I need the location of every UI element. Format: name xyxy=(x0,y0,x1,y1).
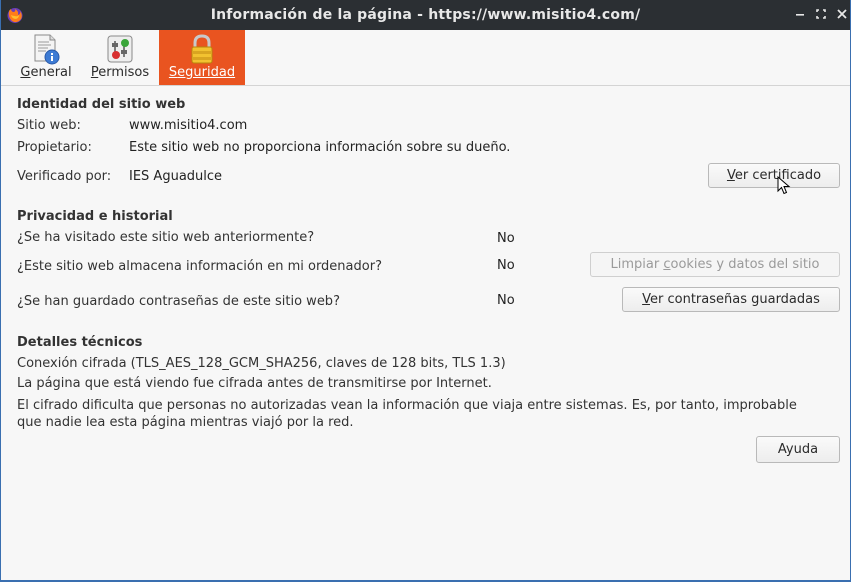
help-button[interactable]: Ayuda xyxy=(756,436,840,463)
tab-security-label: Seguridad xyxy=(168,65,236,80)
tab-general[interactable]: General xyxy=(15,30,77,85)
padlock-icon xyxy=(191,34,213,64)
passwords-answer: No xyxy=(497,293,515,308)
website-label: Sitio web: xyxy=(17,118,81,133)
encryption-explanation-line2: que nadie lea esta página mientras viajó… xyxy=(17,415,354,430)
stores-data-question: ¿Este sitio web almacena información en … xyxy=(17,259,382,274)
window-title: Información de la página - https://www.m… xyxy=(210,7,641,23)
minimize-icon[interactable] xyxy=(792,6,808,22)
owner-value: Este sitio web no proporciona informació… xyxy=(129,140,511,155)
encrypted-note: La página que está viendo fue cifrada an… xyxy=(17,376,492,391)
verified-by-label: Verificado por: xyxy=(17,169,112,184)
identity-heading: Identidad del sitio web xyxy=(17,97,186,112)
passwords-question: ¿Se han guardado contraseñas de este sit… xyxy=(17,294,340,309)
tab-general-label: General xyxy=(20,65,72,80)
close-icon[interactable] xyxy=(834,6,850,22)
privacy-heading: Privacidad e historial xyxy=(17,209,173,224)
visited-question: ¿Se ha visitado este sitio web anteriorm… xyxy=(17,230,315,245)
page-info-window: Información de la página - https://www.m… xyxy=(0,0,851,582)
tab-permissions-label: Permisos xyxy=(90,65,150,80)
mouse-cursor-icon xyxy=(777,176,791,195)
title-bar[interactable]: Información de la página - https://www.m… xyxy=(1,0,850,30)
encryption-explanation-line1: El cifrado dificulta que personas no aut… xyxy=(17,398,797,413)
general-info-icon xyxy=(34,34,60,65)
tab-bar: General Permisos Seguridad xyxy=(1,30,850,86)
tab-permissions[interactable]: Permisos xyxy=(87,30,153,85)
owner-label: Propietario: xyxy=(17,140,92,155)
website-value: www.misitio4.com xyxy=(129,118,248,133)
visited-answer: No xyxy=(497,231,515,246)
clear-cookies-button[interactable]: Limpiar cookies y datos del sitio xyxy=(590,252,840,277)
technical-heading: Detalles técnicos xyxy=(17,335,143,350)
stores-data-answer: No xyxy=(497,258,515,273)
maximize-icon[interactable] xyxy=(813,6,829,22)
view-saved-passwords-button[interactable]: Ver contraseñas guardadas xyxy=(622,287,840,312)
verified-by-value: IES Aguadulce xyxy=(129,169,223,184)
permissions-icon xyxy=(107,35,133,63)
tab-security[interactable]: Seguridad xyxy=(159,30,245,85)
connection-details: Conexión cifrada (TLS_AES_128_GCM_SHA256… xyxy=(17,356,506,371)
view-certificate-button[interactable]: Ver certificado xyxy=(708,163,840,188)
